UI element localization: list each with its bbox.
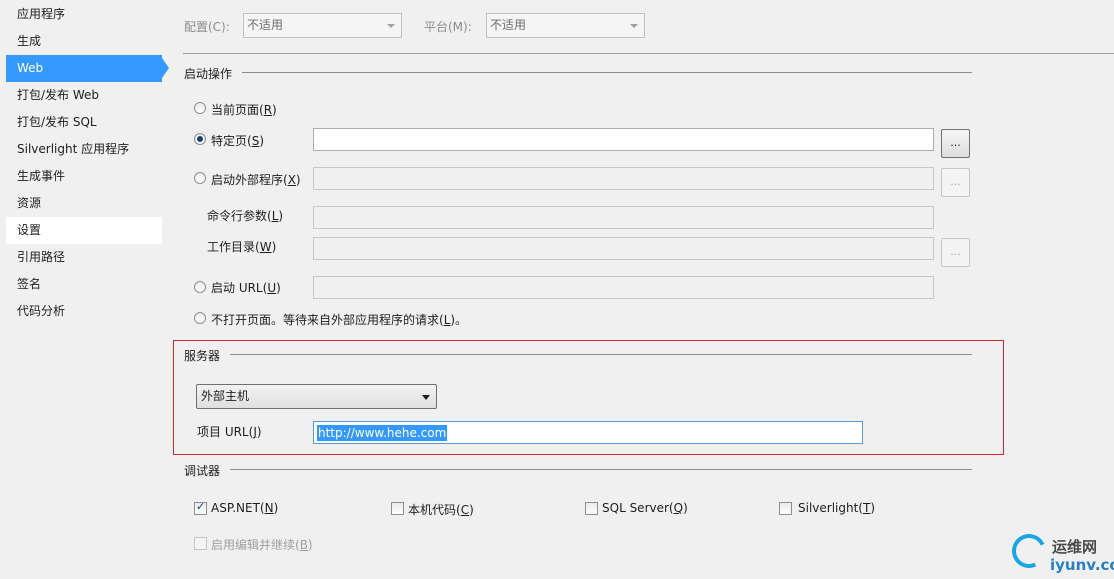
- server-group-line: [184, 354, 972, 355]
- sql-server-label[interactable]: SQL Server(Q): [602, 501, 688, 515]
- edit-continue-checkbox[interactable]: [194, 537, 207, 550]
- logo-ring-icon: [1007, 529, 1051, 573]
- config-combo[interactable]: 不适用: [243, 13, 402, 38]
- host-select[interactable]: 外部主机: [196, 384, 437, 409]
- config-combo-value: 不适用: [247, 18, 284, 32]
- specific-page-radio[interactable]: [194, 133, 206, 145]
- start-action-group-title: 启动操作: [184, 65, 243, 82]
- external-program-radio[interactable]: [194, 172, 206, 184]
- silverlight-checkbox[interactable]: [779, 502, 792, 515]
- work-dir-label: 工作目录(W): [207, 240, 277, 254]
- current-page-radio[interactable]: [194, 102, 206, 114]
- radio-dot: [197, 136, 203, 142]
- sidebar-item-application[interactable]: 应用程序: [6, 1, 162, 28]
- external-program-label[interactable]: 启动外部程序(X): [211, 171, 301, 188]
- watermark-line1: 运维网: [1052, 538, 1098, 556]
- top-separator: [183, 53, 1114, 54]
- native-code-checkbox[interactable]: [391, 502, 404, 515]
- external-program-input[interactable]: [313, 167, 934, 190]
- external-program-browse-button[interactable]: ...: [941, 168, 970, 197]
- aspnet-label[interactable]: ASP.NET(N): [211, 501, 278, 515]
- watermark-line2: iyunv.com: [1050, 556, 1114, 574]
- sidebar-item-build[interactable]: 生成: [6, 28, 162, 55]
- chevron-down-icon: [422, 395, 430, 400]
- sidebar-item-package-sql[interactable]: 打包/发布 SQL: [6, 109, 162, 136]
- sidebar-item-resources[interactable]: 资源: [6, 190, 162, 217]
- project-url-value: http://www.hehe.com: [317, 425, 448, 441]
- project-url-label: 项目 URL(J): [197, 425, 262, 439]
- host-select-value: 外部主机: [201, 389, 250, 403]
- aspnet-checkbox[interactable]: ✓: [194, 500, 207, 515]
- specific-page-input[interactable]: [313, 128, 934, 151]
- sidebar-item-build-events[interactable]: 生成事件: [6, 163, 162, 190]
- start-url-label[interactable]: 启动 URL(U): [211, 279, 281, 296]
- cmd-args-input[interactable]: [313, 206, 934, 229]
- silverlight-label[interactable]: Silverlight(T): [798, 501, 875, 515]
- no-open-radio[interactable]: [194, 312, 206, 324]
- native-code-label[interactable]: 本机代码(C): [408, 501, 474, 518]
- start-url-input[interactable]: [313, 276, 934, 299]
- platform-combo[interactable]: 不适用: [486, 13, 645, 38]
- specific-page-label[interactable]: 特定页(S): [211, 132, 264, 149]
- watermark-logo: 运维网 iyunv.com: [1007, 529, 1114, 579]
- cmd-args-label: 命令行参数(L): [207, 209, 284, 223]
- checkmark-icon: ✓: [196, 500, 206, 513]
- server-group-title: 服务器: [184, 347, 231, 364]
- edit-continue-label[interactable]: 启用编辑并继续(B): [211, 536, 313, 553]
- chevron-down-icon: [387, 24, 395, 28]
- sidebar-item-code-analysis[interactable]: 代码分析: [6, 298, 162, 325]
- debuggers-group-title: 调试器: [184, 462, 231, 479]
- sidebar-item-signing[interactable]: 签名: [6, 271, 162, 298]
- sidebar-item-settings[interactable]: 设置: [6, 217, 162, 244]
- start-url-radio[interactable]: [194, 281, 206, 293]
- work-dir-browse-button[interactable]: ...: [941, 238, 970, 267]
- sidebar-item-web[interactable]: Web: [6, 55, 162, 82]
- sidebar-item-package-web[interactable]: 打包/发布 Web: [6, 82, 162, 109]
- sidebar-item-reference-paths[interactable]: 引用路径: [6, 244, 162, 271]
- platform-label: 平台(M):: [424, 20, 472, 34]
- current-page-label[interactable]: 当前页面(R): [211, 101, 277, 118]
- project-url-input[interactable]: http://www.hehe.com: [313, 421, 863, 444]
- specific-page-field[interactable]: [314, 129, 933, 150]
- specific-page-browse-button[interactable]: ...: [941, 129, 970, 158]
- selection-arrow: [162, 58, 169, 78]
- chevron-down-icon: [630, 24, 638, 28]
- start-action-group-line: [184, 72, 972, 73]
- platform-combo-value: 不适用: [490, 18, 527, 32]
- config-label: 配置(C):: [184, 20, 230, 34]
- no-open-label[interactable]: 不打开页面。等待来自外部应用程序的请求(L)。: [211, 311, 467, 328]
- sidebar-item-silverlight[interactable]: Silverlight 应用程序: [6, 136, 162, 163]
- work-dir-input[interactable]: [313, 237, 934, 260]
- property-nav-sidebar: 应用程序 生成 Web 打包/发布 Web 打包/发布 SQL Silverli…: [0, 0, 170, 579]
- sql-server-checkbox[interactable]: [585, 502, 598, 515]
- debuggers-group-line: [184, 469, 972, 470]
